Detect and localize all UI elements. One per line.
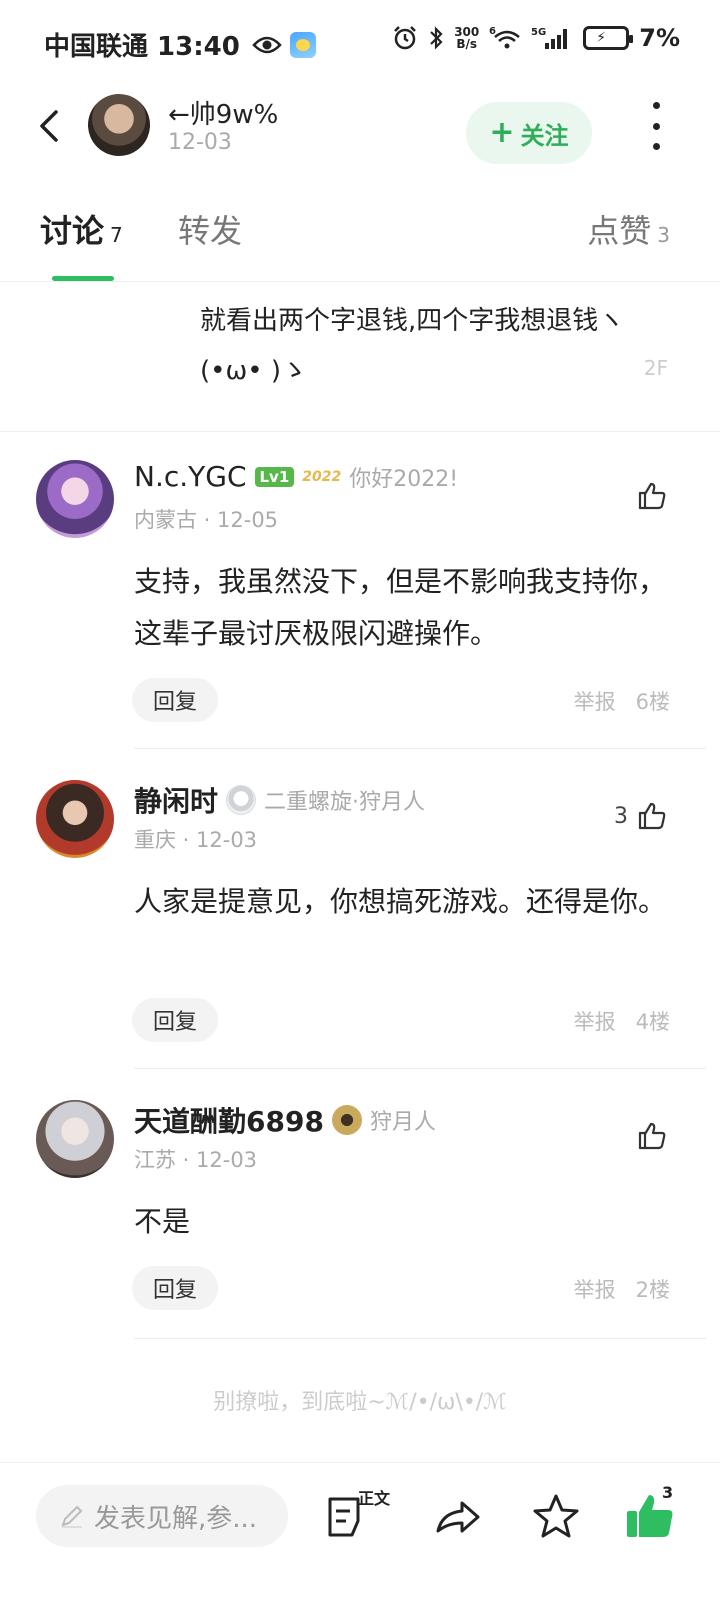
eye-icon [252, 36, 282, 53]
bottom-action-bar: 发表见解,参... 正文 3 [0, 1462, 720, 1598]
star-icon[interactable] [530, 1491, 582, 1543]
battery-percent: 7% [639, 24, 680, 52]
comment-body: 人家是提意见，你想搞死游戏。还得是你。 [134, 885, 667, 918]
reply-text: 就看出两个字退钱,四个字我想退钱ヽ(•ω• )ゝ [200, 306, 625, 386]
floor-number: 4楼 [635, 1010, 670, 1034]
comment-meta: 江苏 · 12-03 [134, 1148, 258, 1172]
thumbs-up-icon [638, 802, 666, 830]
comment-header: 天道酬勤6898 狩月人 [134, 1100, 436, 1140]
divider [134, 748, 706, 749]
report-link[interactable]: 举报 [574, 1006, 616, 1036]
comment-header: 静闲时 二重螺旋·狩月人 [134, 780, 425, 820]
tab-bar: 讨论 7 转发 点赞 3 [0, 190, 720, 282]
post-date: 12-03 [168, 130, 232, 155]
commenter-avatar[interactable] [36, 780, 114, 858]
comment-body: 不是 [134, 1205, 191, 1238]
net-speed: 300 B/s [454, 25, 480, 51]
battery-icon: ⚡ [583, 26, 634, 50]
commenter-tag: 你好2022! [349, 466, 459, 492]
comment-item: 天道酬勤6898 狩月人 江苏 · 12-03 不是 回复 举报 2楼 [0, 1100, 720, 1340]
wifi-icon: 6 [489, 26, 521, 49]
comment-body: 支持，我虽然没下，但是不影响我支持你，这辈子最讨厌极限闪避操作。 [134, 565, 667, 650]
like-count: 3 [614, 803, 628, 829]
commenter-name[interactable]: 天道酬勤6898 [134, 1100, 324, 1140]
floor-number: 6楼 [635, 690, 670, 714]
tab-likes[interactable]: 点赞 3 [587, 206, 670, 252]
more-options-icon[interactable] [648, 102, 664, 150]
like-button[interactable] [628, 480, 668, 512]
carrier-time: 中国联通 13:40 [44, 32, 240, 62]
medal-icon [226, 785, 257, 815]
comment-placeholder: 发表见解,参... [94, 1503, 258, 1534]
list-item: 就看出两个字退钱,四个字我想退钱ヽ(•ω• )ゝ 2F [0, 290, 720, 432]
comment-item: 静闲时 二重螺旋·狩月人 重庆 · 12-03 3 人家是提意见，你想搞死游戏。… [0, 780, 720, 1070]
commenter-tag: 二重螺旋·狩月人 [264, 790, 426, 815]
comment-actions: 举报 4楼 [574, 1006, 670, 1036]
year-badge: 2022 [302, 468, 342, 485]
tab-forward[interactable]: 转发 [178, 206, 242, 252]
report-link[interactable]: 举报 [574, 1274, 616, 1304]
thumbs-up-icon [638, 482, 666, 510]
share-icon[interactable] [432, 1491, 484, 1543]
comment-item: N.c.YGC Lv1 2022 你好2022! 内蒙古 · 12-05 支持，… [0, 460, 720, 750]
signal-icon: 5G [531, 27, 568, 49]
divider [134, 1068, 706, 1069]
alarm-icon [394, 26, 417, 50]
plus-icon: + [489, 115, 515, 150]
back-arrow-icon[interactable] [34, 108, 70, 144]
end-of-list-text: 别撩啦，到底啦~ℳ/•/ω\•/ℳ [213, 1390, 507, 1415]
level-badge: Lv1 [254, 466, 295, 487]
reply-button[interactable]: 回复 [132, 998, 218, 1042]
status-left: 中国联通 13:40 [44, 26, 316, 63]
svg-text:6: 6 [489, 26, 496, 37]
status-right: 300 B/s 6 5G ⚡ 7% [392, 24, 680, 52]
report-link[interactable]: 举报 [574, 686, 616, 716]
commenter-avatar[interactable] [36, 1100, 114, 1178]
commenter-avatar[interactable] [36, 460, 114, 538]
floor-number: 2F [643, 356, 668, 380]
like-button[interactable] [628, 1120, 668, 1152]
status-bar: 中国联通 13:40 300 B/s 6 5G ⚡ 7% [0, 0, 720, 88]
thumbs-up-icon [638, 1122, 666, 1150]
comment-header: N.c.YGC Lv1 2022 你好2022! [134, 460, 458, 493]
floor-number: 2楼 [635, 1278, 670, 1302]
comment-meta: 重庆 · 12-03 [134, 828, 258, 852]
reply-button[interactable]: 回复 [132, 1266, 218, 1310]
follow-label: 关注 [520, 121, 569, 150]
comment-input[interactable]: 发表见解,参... [36, 1485, 288, 1547]
comment-meta: 内蒙古 · 12-05 [134, 508, 279, 532]
document-label: 正文 [358, 1489, 391, 1508]
svg-text:5G: 5G [531, 27, 546, 38]
post-header: ←帅9w% 12-03 + 关注 [0, 88, 720, 168]
commenter-name[interactable]: 静闲时 [134, 780, 218, 820]
weather-icon [289, 31, 316, 58]
pen-icon [61, 1505, 83, 1528]
follow-button[interactable]: + 关注 [466, 102, 592, 164]
tab-discuss[interactable]: 讨论 7 [40, 206, 123, 252]
author-avatar[interactable] [88, 94, 150, 156]
active-tab-indicator [52, 276, 114, 281]
bluetooth-icon [430, 26, 443, 50]
comment-actions: 举报 2楼 [574, 1274, 670, 1304]
comment-actions: 举报 6楼 [574, 686, 670, 716]
like-count-badge: 3 [662, 1483, 674, 1502]
medal-icon [331, 1105, 362, 1135]
reply-button[interactable]: 回复 [132, 678, 218, 722]
commenter-tag: 狩月人 [369, 1110, 436, 1135]
commenter-name[interactable]: N.c.YGC [134, 460, 247, 493]
divider [134, 1338, 706, 1339]
like-button[interactable]: 3 [614, 800, 668, 832]
author-name[interactable]: ←帅9w% [168, 94, 278, 131]
